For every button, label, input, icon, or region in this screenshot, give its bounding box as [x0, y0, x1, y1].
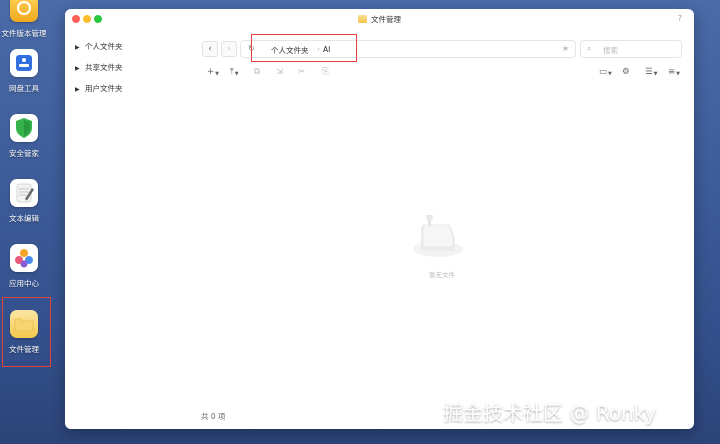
dock-app-label: 文件版本管理 [1, 29, 47, 38]
list-view-icon: ≡ [668, 67, 676, 77]
search-box[interactable]: ⌕ 搜索 [580, 40, 682, 58]
app-center-icon [10, 244, 38, 272]
dock-app-text-editor[interactable]: 文本编辑 [0, 179, 48, 224]
new-button[interactable]: +▼ [207, 65, 219, 79]
upload-button[interactable]: ⤒▼ [230, 65, 239, 79]
task-icon: ▭ [599, 67, 608, 77]
window-title-text: 文件管理 [371, 15, 401, 24]
sidebar-item-personal-folder[interactable]: ▶ 个人文件夹 [75, 41, 123, 53]
sidebar-item-shared-folder[interactable]: ▶ 共享文件夹 [75, 62, 123, 74]
dock-app-label: 应用中心 [9, 279, 39, 288]
path-highlight-outline [251, 34, 357, 62]
file-manager-window: 文件管理 ? ▶ 个人文件夹 ▶ 共享文件夹 ▶ 用户文件夹 ‹ › ↻ 个人文件夹 … [65, 9, 694, 429]
chevron-right-icon: ▶ [75, 44, 80, 51]
search-icon: ⌕ [587, 44, 592, 53]
search-input[interactable]: 搜索 [603, 45, 618, 56]
dock-app-label: 文本编辑 [9, 214, 39, 223]
chevron-right-icon: ▶ [75, 86, 80, 93]
window-title: 文件管理 [65, 14, 694, 25]
new-button-label: + [207, 67, 215, 77]
chevron-down-icon: ▼ [653, 71, 658, 77]
desktop-dock: 文件版本管理 网盘工具 安全管家 文本编辑 应用中心 文件管理 [0, 0, 52, 444]
help-button[interactable]: ? [678, 14, 682, 23]
sidebar-item-label: 共享文件夹 [85, 63, 123, 72]
dock-app-label: 网盘工具 [9, 84, 39, 93]
settings-icon[interactable]: ⚙ [622, 65, 630, 79]
empty-folder-illustration [411, 209, 466, 264]
dock-app-security[interactable]: 安全管家 [0, 114, 48, 159]
dock-app-app-center[interactable]: 应用中心 [0, 244, 48, 289]
copy-icon[interactable]: ⧉ [254, 65, 260, 79]
sidebar-item-label: 个人文件夹 [85, 42, 123, 51]
sidebar-item-user-folder[interactable]: ▶ 用户文件夹 [75, 83, 123, 95]
disk-icon [10, 49, 38, 77]
dock-app-version[interactable]: 文件版本管理 [0, 0, 48, 39]
chevron-down-icon: ▼ [234, 71, 239, 77]
watermark: 掘金技术社区 @ Ronky [443, 401, 657, 425]
sidebar: ▶ 个人文件夹 ▶ 共享文件夹 ▶ 用户文件夹 [65, 31, 200, 429]
window-titlebar[interactable]: 文件管理 ? [65, 9, 694, 31]
folder-icon [358, 15, 367, 23]
text-edit-icon [10, 179, 38, 207]
version-icon [10, 0, 38, 22]
back-button[interactable]: ‹ [202, 41, 218, 57]
cut-icon[interactable]: ✂ [298, 65, 305, 79]
rename-icon[interactable]: ⎘ [322, 65, 329, 79]
dock-app-label: 安全管家 [9, 149, 39, 158]
chevron-down-icon: ▼ [608, 71, 612, 77]
chevron-down-icon: ▼ [215, 71, 219, 77]
empty-state-text: 暂无文件 [429, 271, 455, 279]
shield-icon [10, 114, 38, 142]
star-icon[interactable]: ★ [562, 44, 569, 53]
move-icon[interactable]: ⇲ [276, 65, 283, 79]
sidebar-item-label: 用户文件夹 [85, 84, 123, 93]
upload-button-label: ⤒ [230, 67, 234, 77]
chevron-right-icon: ▶ [75, 65, 80, 72]
view-button[interactable]: ≡▼ [668, 65, 680, 79]
dock-app-disk-tool[interactable]: 网盘工具 [0, 49, 48, 94]
sort-icon: ☰ [645, 67, 653, 77]
sort-button[interactable]: ☰▼ [645, 65, 657, 79]
chevron-down-icon: ▼ [676, 71, 680, 77]
task-button[interactable]: ▭▼ [599, 65, 612, 79]
dock-selection-highlight [2, 297, 51, 367]
item-count: 共 0 项 [201, 412, 226, 421]
forward-button[interactable]: › [221, 41, 237, 57]
